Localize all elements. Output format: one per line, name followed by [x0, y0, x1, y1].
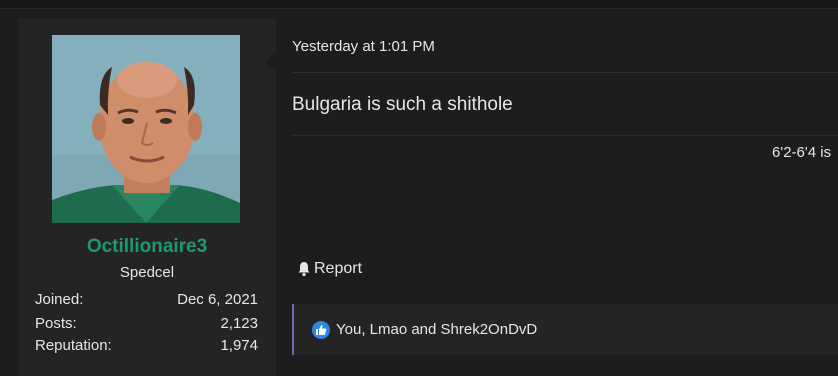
stat-label: Joined: [35, 291, 84, 308]
stat-value: 1,974 [220, 337, 258, 354]
signature-divider [292, 135, 838, 136]
report-button[interactable]: Report [296, 260, 362, 278]
reactions-bar[interactable]: You, Lmao and Shrek2OnDvD [292, 304, 838, 355]
reactions-text[interactable]: You, Lmao and Shrek2OnDvD [336, 321, 537, 338]
bell-icon [298, 262, 310, 277]
stat-label: Posts: [35, 315, 77, 332]
post-body: Bulgaria is such a shithole [292, 94, 513, 115]
user-title: Spedcel [119, 264, 175, 281]
stat-label: Reputation: [35, 337, 112, 354]
signature: 6'2-6'4 is [772, 144, 832, 161]
avatar-portrait [52, 35, 240, 223]
stat-value: 2,123 [220, 315, 258, 332]
post-date[interactable]: Yesterday at 1:01 PM [292, 38, 435, 55]
top-divider [0, 0, 838, 9]
panel-pointer [265, 52, 276, 72]
user-panel: Octillionaire3 Spedcel Joined: Dec 6, 20… [18, 18, 276, 376]
like-icon [312, 320, 330, 339]
stat-value: Dec 6, 2021 [177, 291, 258, 308]
avatar[interactable] [52, 35, 240, 223]
divider [292, 72, 838, 73]
report-label: Report [314, 260, 363, 277]
username[interactable]: Octillionaire3 [18, 236, 276, 258]
